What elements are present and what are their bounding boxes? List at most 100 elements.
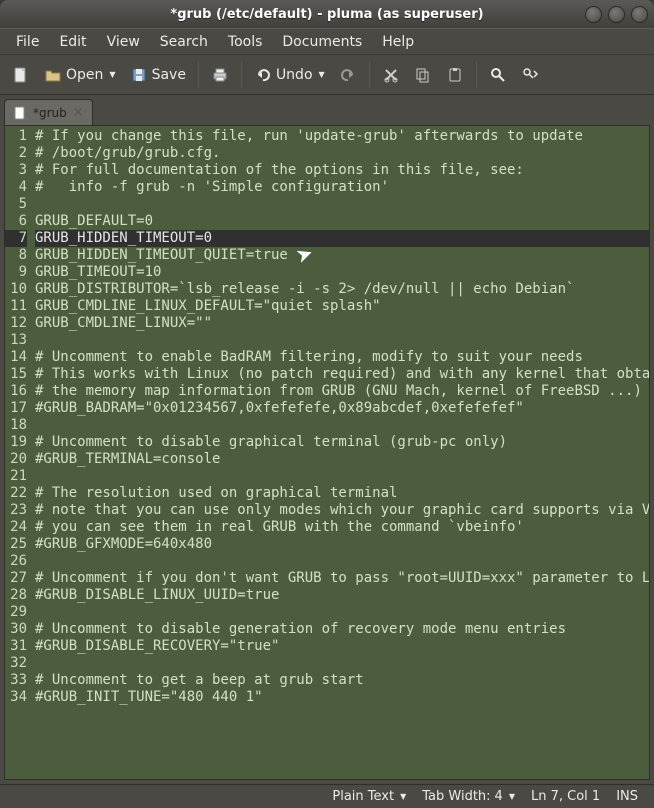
paste-button[interactable]	[440, 60, 470, 90]
maximize-button[interactable]	[608, 6, 625, 23]
insert-mode-label: INS	[616, 789, 638, 804]
close-icon[interactable]: ×	[73, 105, 84, 120]
open-button[interactable]: Open ▼	[38, 60, 122, 90]
copy-icon	[414, 66, 432, 84]
window-title: *grub (/etc/default) - pluma (as superus…	[170, 7, 483, 22]
chevron-down-icon: ▼	[509, 792, 515, 801]
close-button[interactable]	[631, 6, 648, 23]
code-line[interactable]: GRUB_HIDDEN_TIMEOUT_QUIET=true	[35, 247, 649, 264]
new-document-button[interactable]	[6, 60, 36, 90]
language-selector[interactable]: Plain Text ▼	[324, 789, 414, 804]
menubar: File Edit View Search Tools Documents He…	[0, 28, 654, 55]
copy-button[interactable]	[408, 60, 438, 90]
search-icon	[489, 66, 507, 84]
redo-icon	[339, 66, 357, 84]
code-line[interactable]	[35, 468, 649, 485]
line-number: 14	[5, 349, 27, 366]
code-line[interactable]	[35, 604, 649, 621]
titlebar: *grub (/etc/default) - pluma (as superus…	[0, 0, 654, 28]
find-replace-button[interactable]	[515, 60, 545, 90]
chevron-down-icon: ▼	[109, 70, 115, 79]
code-line[interactable]: #GRUB_BADRAM="0x01234567,0xfefefefe,0x89…	[35, 400, 649, 417]
menu-view[interactable]: View	[97, 30, 150, 54]
undo-label: Undo	[276, 67, 313, 83]
menu-search[interactable]: Search	[150, 30, 218, 54]
line-number: 13	[5, 332, 27, 349]
chevron-down-icon: ▼	[400, 792, 406, 801]
code-line[interactable]	[35, 417, 649, 434]
print-button[interactable]	[205, 60, 235, 90]
line-number: 27	[5, 570, 27, 587]
toolbar-separator	[198, 62, 199, 88]
code-line[interactable]: #GRUB_INIT_TUNE="480 440 1"	[35, 689, 649, 706]
chevron-down-icon: ▼	[319, 70, 325, 79]
line-number: 16	[5, 383, 27, 400]
window-controls	[585, 6, 648, 23]
cut-button[interactable]	[376, 60, 406, 90]
line-number: 23	[5, 502, 27, 519]
code-line[interactable]: # Uncomment to enable BadRAM filtering, …	[35, 349, 649, 366]
code-line[interactable]: # note that you can use only modes which…	[35, 502, 649, 519]
line-number: 17	[5, 400, 27, 417]
minimize-button[interactable]	[585, 6, 602, 23]
code-line[interactable]: # Uncomment to get a beep at grub start	[35, 672, 649, 689]
code-line[interactable]: # This works with Linux (no patch requir…	[35, 366, 649, 383]
code-line[interactable]	[35, 553, 649, 570]
code-line[interactable]: #GRUB_TERMINAL=console	[35, 451, 649, 468]
code-line[interactable]: #GRUB_GFXMODE=640x480	[35, 536, 649, 553]
code-line[interactable]: GRUB_TIMEOUT=10	[35, 264, 649, 281]
line-number: 11	[5, 298, 27, 315]
code-line[interactable]: GRUB_CMDLINE_LINUX=""	[35, 315, 649, 332]
open-label: Open	[66, 67, 103, 83]
code-line[interactable]: # /boot/grub/grub.cfg.	[35, 145, 649, 162]
toolbar-separator	[241, 62, 242, 88]
menu-edit[interactable]: Edit	[49, 30, 96, 54]
code-line[interactable]	[35, 332, 649, 349]
code-line[interactable]: # Uncomment to disable graphical termina…	[35, 434, 649, 451]
code-line[interactable]: # the memory map information from GRUB (…	[35, 383, 649, 400]
code-area[interactable]: # If you change this file, run 'update-g…	[31, 126, 649, 779]
menu-tools[interactable]: Tools	[218, 30, 273, 54]
line-number: 26	[5, 553, 27, 570]
menu-help[interactable]: Help	[372, 30, 424, 54]
code-line[interactable]: #GRUB_DISABLE_LINUX_UUID=true	[35, 587, 649, 604]
line-number: 3	[5, 162, 27, 179]
code-line[interactable]: # For full documentation of the options …	[35, 162, 649, 179]
tab-width-selector[interactable]: Tab Width: 4 ▼	[414, 789, 523, 804]
menu-documents[interactable]: Documents	[272, 30, 372, 54]
code-line[interactable]: GRUB_DISTRIBUTOR=`lsb_release -i -s 2> /…	[35, 281, 649, 298]
code-line[interactable]	[35, 196, 649, 213]
editor[interactable]: 1234567891011121314151617181920212223242…	[4, 125, 650, 780]
paste-icon	[446, 66, 464, 84]
code-line[interactable]: GRUB_HIDDEN_TIMEOUT=0	[35, 230, 649, 247]
find-button[interactable]	[483, 60, 513, 90]
line-number: 34	[5, 689, 27, 706]
code-line[interactable]: GRUB_CMDLINE_LINUX_DEFAULT="quiet splash…	[35, 298, 649, 315]
document-tabs: *grub ×	[0, 95, 654, 125]
menu-file[interactable]: File	[6, 30, 49, 54]
code-line[interactable]: # Uncomment if you don't want GRUB to pa…	[35, 570, 649, 587]
code-line[interactable]: # info -f grub -n 'Simple configuration'	[35, 179, 649, 196]
line-number: 18	[5, 417, 27, 434]
undo-button[interactable]: Undo ▼	[248, 60, 331, 90]
code-line[interactable]: # If you change this file, run 'update-g…	[35, 128, 649, 145]
line-number: 20	[5, 451, 27, 468]
code-line[interactable]: # The resolution used on graphical termi…	[35, 485, 649, 502]
tab-grub[interactable]: *grub ×	[4, 99, 93, 125]
line-number: 1	[5, 128, 27, 145]
save-button[interactable]: Save	[124, 60, 192, 90]
line-number: 19	[5, 434, 27, 451]
insert-mode[interactable]: INS	[608, 789, 646, 804]
code-line[interactable]	[35, 655, 649, 672]
code-line[interactable]: # you can see them in real GRUB with the…	[35, 519, 649, 536]
line-number: 6	[5, 213, 27, 230]
code-line[interactable]: #GRUB_DISABLE_RECOVERY="true"	[35, 638, 649, 655]
redo-button[interactable]	[333, 60, 363, 90]
code-line[interactable]: # Uncomment to disable generation of rec…	[35, 621, 649, 638]
cut-icon	[382, 66, 400, 84]
code-line[interactable]: GRUB_DEFAULT=0	[35, 213, 649, 230]
new-document-icon	[12, 66, 30, 84]
line-number: 22	[5, 485, 27, 502]
statusbar: Plain Text ▼ Tab Width: 4 ▼ Ln 7, Col 1 …	[0, 784, 654, 808]
toolbar-separator	[369, 62, 370, 88]
